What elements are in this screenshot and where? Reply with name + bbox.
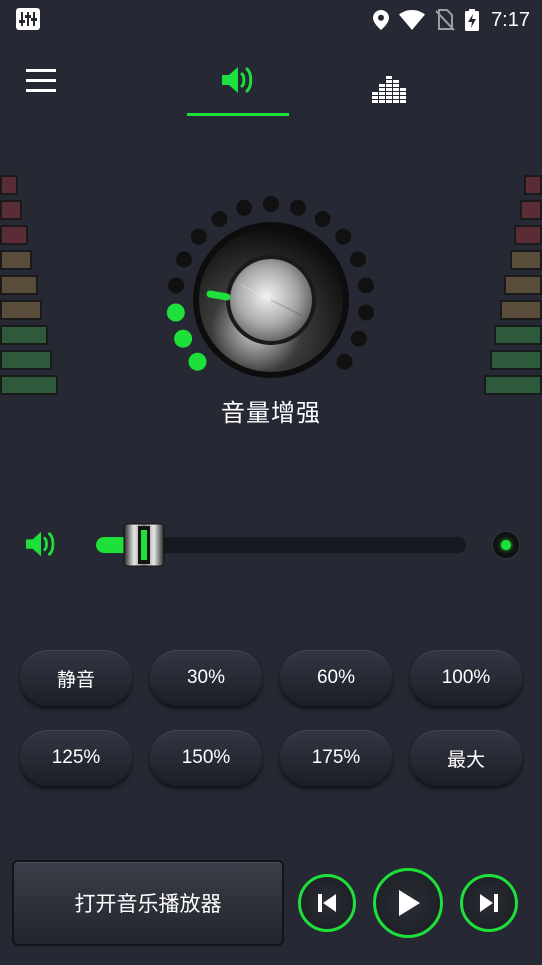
knob-level-dot xyxy=(236,199,253,216)
volume-boost-knob[interactable] xyxy=(150,185,390,385)
status-bar: 7:17 xyxy=(0,0,542,40)
vu-bar xyxy=(494,325,542,345)
no-sim-icon xyxy=(435,9,455,31)
knob-level-dot xyxy=(289,199,306,216)
vu-bar xyxy=(0,225,28,245)
vu-bar xyxy=(490,350,542,370)
next-track-button[interactable] xyxy=(460,874,518,932)
slider-end-indicator xyxy=(493,532,519,558)
wifi-icon xyxy=(399,10,426,30)
knob-level-dot xyxy=(358,304,375,321)
preset-max-button[interactable]: 最大 xyxy=(410,730,522,786)
play-icon xyxy=(399,890,420,916)
vu-bar xyxy=(520,200,542,220)
knob-level-dot xyxy=(336,353,353,370)
speaker-volume-icon[interactable] xyxy=(24,529,58,559)
vu-bar xyxy=(514,225,542,245)
knob-level-dot xyxy=(350,330,367,347)
knob-level-dot xyxy=(263,196,279,212)
vu-bar xyxy=(0,200,22,220)
preset-60-button[interactable]: 60% xyxy=(280,650,392,706)
knob-level-dot xyxy=(211,211,228,227)
knob-level-dot xyxy=(176,251,192,268)
battery-charging-icon xyxy=(465,9,480,31)
vu-bar xyxy=(0,300,42,320)
skip-previous-icon xyxy=(318,894,336,912)
preset-mute-button[interactable]: 静音 xyxy=(20,650,132,706)
preset-30-button[interactable]: 30% xyxy=(150,650,262,706)
knob-indicator xyxy=(206,290,231,301)
preset-150-button[interactable]: 150% xyxy=(150,730,262,786)
open-music-player-button[interactable]: 打开音乐播放器 xyxy=(12,860,284,946)
knob-level-dot xyxy=(335,228,352,245)
volume-slider-row xyxy=(0,520,542,570)
vu-meter-left xyxy=(0,175,58,400)
active-tab-indicator xyxy=(187,113,289,116)
vu-meter-right xyxy=(484,175,542,400)
vu-bar xyxy=(0,275,38,295)
knob-level-dot xyxy=(168,277,185,294)
knob-level-dot xyxy=(190,228,207,245)
status-time: 7:17 xyxy=(491,8,530,31)
vu-bar xyxy=(500,300,542,320)
play-button[interactable] xyxy=(373,868,443,938)
knob-level-dot xyxy=(350,251,366,268)
vu-bar xyxy=(504,275,542,295)
preset-125-button[interactable]: 125% xyxy=(20,730,132,786)
volume-slider-thumb[interactable] xyxy=(120,522,168,568)
vu-bar xyxy=(510,250,542,270)
knob-level-dot xyxy=(174,329,193,348)
vu-bar xyxy=(524,175,542,195)
top-navigation xyxy=(0,52,542,122)
hamburger-menu-icon[interactable] xyxy=(26,67,58,93)
vu-bar xyxy=(0,325,48,345)
vu-bar xyxy=(0,250,32,270)
vu-bar xyxy=(0,175,18,195)
status-icons: 7:17 xyxy=(373,8,530,32)
previous-track-button[interactable] xyxy=(298,874,356,932)
location-icon xyxy=(373,10,390,30)
skip-next-icon xyxy=(480,894,498,912)
preset-grid: 静音 30% 60% 100% 125% 150% 175% 最大 xyxy=(20,650,522,786)
knob-level-dot xyxy=(357,277,374,294)
vu-bar xyxy=(0,375,58,395)
equalizer-bars-icon[interactable] xyxy=(366,64,410,108)
knob-level-dot xyxy=(166,303,185,322)
preset-100-button[interactable]: 100% xyxy=(410,650,522,706)
tab-volume[interactable] xyxy=(187,52,289,116)
knob-level-dot xyxy=(314,211,331,227)
vu-bar xyxy=(484,375,542,395)
knob-title: 音量增强 xyxy=(221,399,321,427)
preset-175-button[interactable]: 175% xyxy=(280,730,392,786)
equalizer-app-icon xyxy=(16,8,40,30)
vu-bar xyxy=(0,350,52,370)
speaker-volume-icon xyxy=(222,67,253,93)
knob-level-dot xyxy=(188,352,207,371)
